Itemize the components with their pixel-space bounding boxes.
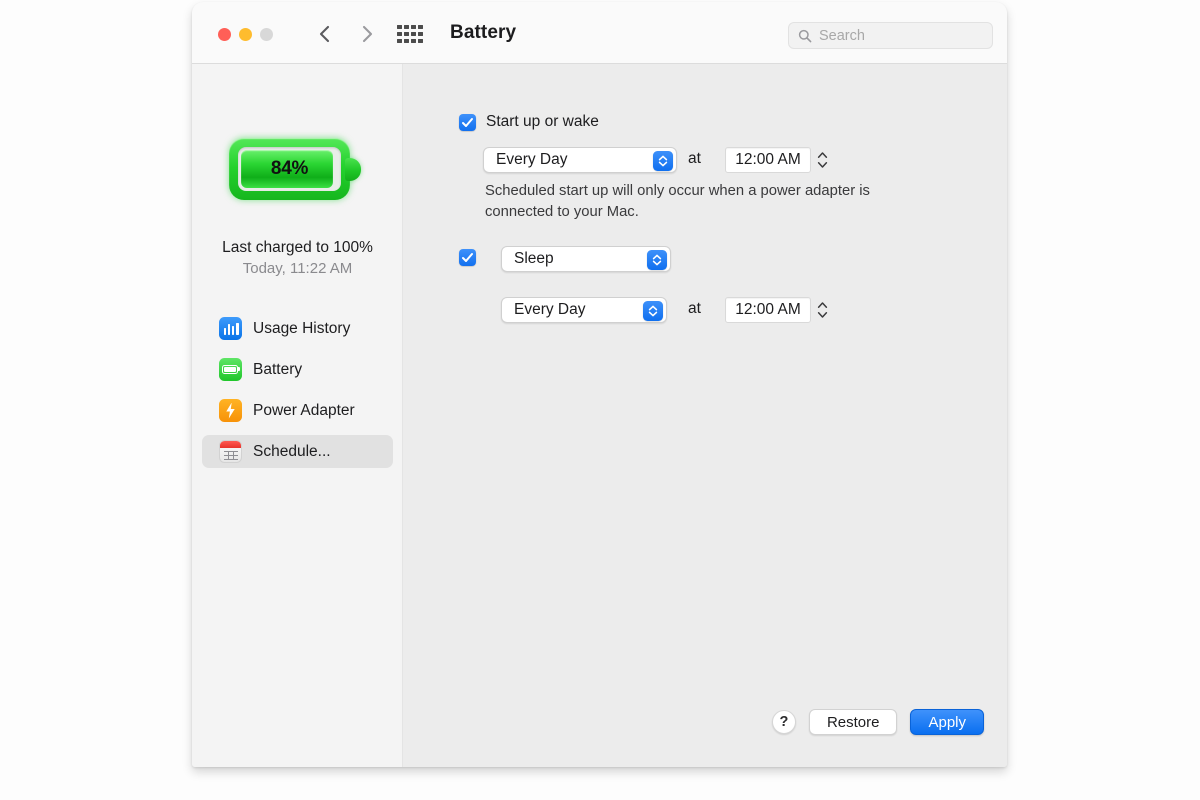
sidebar-item-label: Schedule... [253, 442, 331, 460]
zoom-button [260, 28, 273, 41]
startup-day-value: Every Day [496, 151, 568, 168]
minimize-button[interactable] [239, 28, 252, 41]
chevron-updown-icon[interactable] [647, 249, 667, 270]
page-title: Battery [450, 22, 517, 43]
last-charged-info: Last charged to 100% Today, 11:22 AM [192, 239, 403, 277]
sidebar-item-label: Usage History [253, 319, 351, 337]
show-all-grid-icon[interactable] [397, 25, 423, 43]
sleep-day-popup[interactable]: Every Day [501, 297, 667, 323]
startup-checkbox-row[interactable]: Start up or wake [459, 113, 599, 131]
search-icon [798, 29, 812, 43]
sleep-at-label: at [688, 300, 701, 317]
sleep-time-value: 12:00 AM [735, 301, 801, 318]
startup-time-stepper[interactable] [815, 147, 829, 173]
traffic-lights [218, 28, 273, 41]
startup-checkbox-label: Start up or wake [486, 113, 599, 130]
sidebar-list: Usage History Battery Power Adapter Sche… [192, 312, 403, 476]
sleep-time-field[interactable]: 12:00 AM [725, 297, 811, 323]
sidebar-item-label: Power Adapter [253, 401, 355, 419]
sleep-action-value: Sleep [514, 250, 554, 267]
battery-percent-label: 84% [270, 158, 309, 179]
last-charged-label: Last charged to 100% [222, 239, 373, 256]
apply-button[interactable]: Apply [910, 709, 984, 735]
sidebar: 84% Last charged to 100% Today, 11:22 AM [192, 64, 403, 767]
back-chevron-left-icon[interactable] [314, 22, 336, 46]
battery-icon [219, 358, 242, 381]
battery-status-graphic: 84% [192, 124, 403, 234]
navigation-arrows [314, 22, 378, 46]
sleep-checkbox-row[interactable] [459, 249, 476, 266]
sidebar-item-usage-history[interactable]: Usage History [202, 312, 393, 345]
window-body: 84% Last charged to 100% Today, 11:22 AM [192, 64, 1007, 767]
schedule-panel: Start up or wake Every Day at 12:00 AM S… [403, 64, 1007, 767]
sidebar-item-battery[interactable]: Battery [202, 353, 393, 386]
close-button[interactable] [218, 28, 231, 41]
screen: Battery Search 84% Last charged to 100% … [0, 0, 1200, 800]
calendar-icon [219, 440, 242, 463]
battery-full-green-icon: 84% [229, 138, 361, 200]
startup-time-field[interactable]: 12:00 AM [725, 147, 811, 173]
bar-chart-icon [219, 317, 242, 340]
search-placeholder: Search [819, 27, 865, 44]
search-field[interactable]: Search [788, 22, 993, 49]
sleep-checkbox[interactable] [459, 249, 476, 266]
restore-button[interactable]: Restore [808, 709, 898, 735]
forward-chevron-right-icon[interactable] [356, 22, 378, 46]
startup-time-value: 12:00 AM [735, 151, 801, 168]
system-preferences-window: Battery Search 84% Last charged to 100% … [192, 2, 1007, 767]
startup-at-label: at [688, 150, 701, 167]
chevron-updown-icon[interactable] [653, 150, 673, 171]
sleep-time-stepper[interactable] [815, 297, 829, 323]
sidebar-item-power-adapter[interactable]: Power Adapter [202, 394, 393, 427]
sidebar-item-label: Battery [253, 360, 303, 378]
sidebar-item-schedule[interactable]: Schedule... [202, 435, 393, 468]
lightning-bolt-icon [219, 399, 242, 422]
help-button[interactable]: ? [771, 710, 796, 734]
startup-day-popup[interactable]: Every Day [483, 147, 677, 173]
chevron-updown-icon[interactable] [643, 300, 663, 321]
startup-note: Scheduled start up will only occur when … [485, 183, 870, 220]
last-charged-time: Today, 11:22 AM [242, 260, 353, 277]
sleep-day-value: Every Day [514, 301, 586, 318]
sleep-action-popup[interactable]: Sleep [501, 246, 671, 272]
window-toolbar: Battery Search [192, 2, 1007, 64]
footer-buttons: ? Restore Apply [771, 709, 984, 735]
startup-checkbox[interactable] [459, 113, 476, 131]
